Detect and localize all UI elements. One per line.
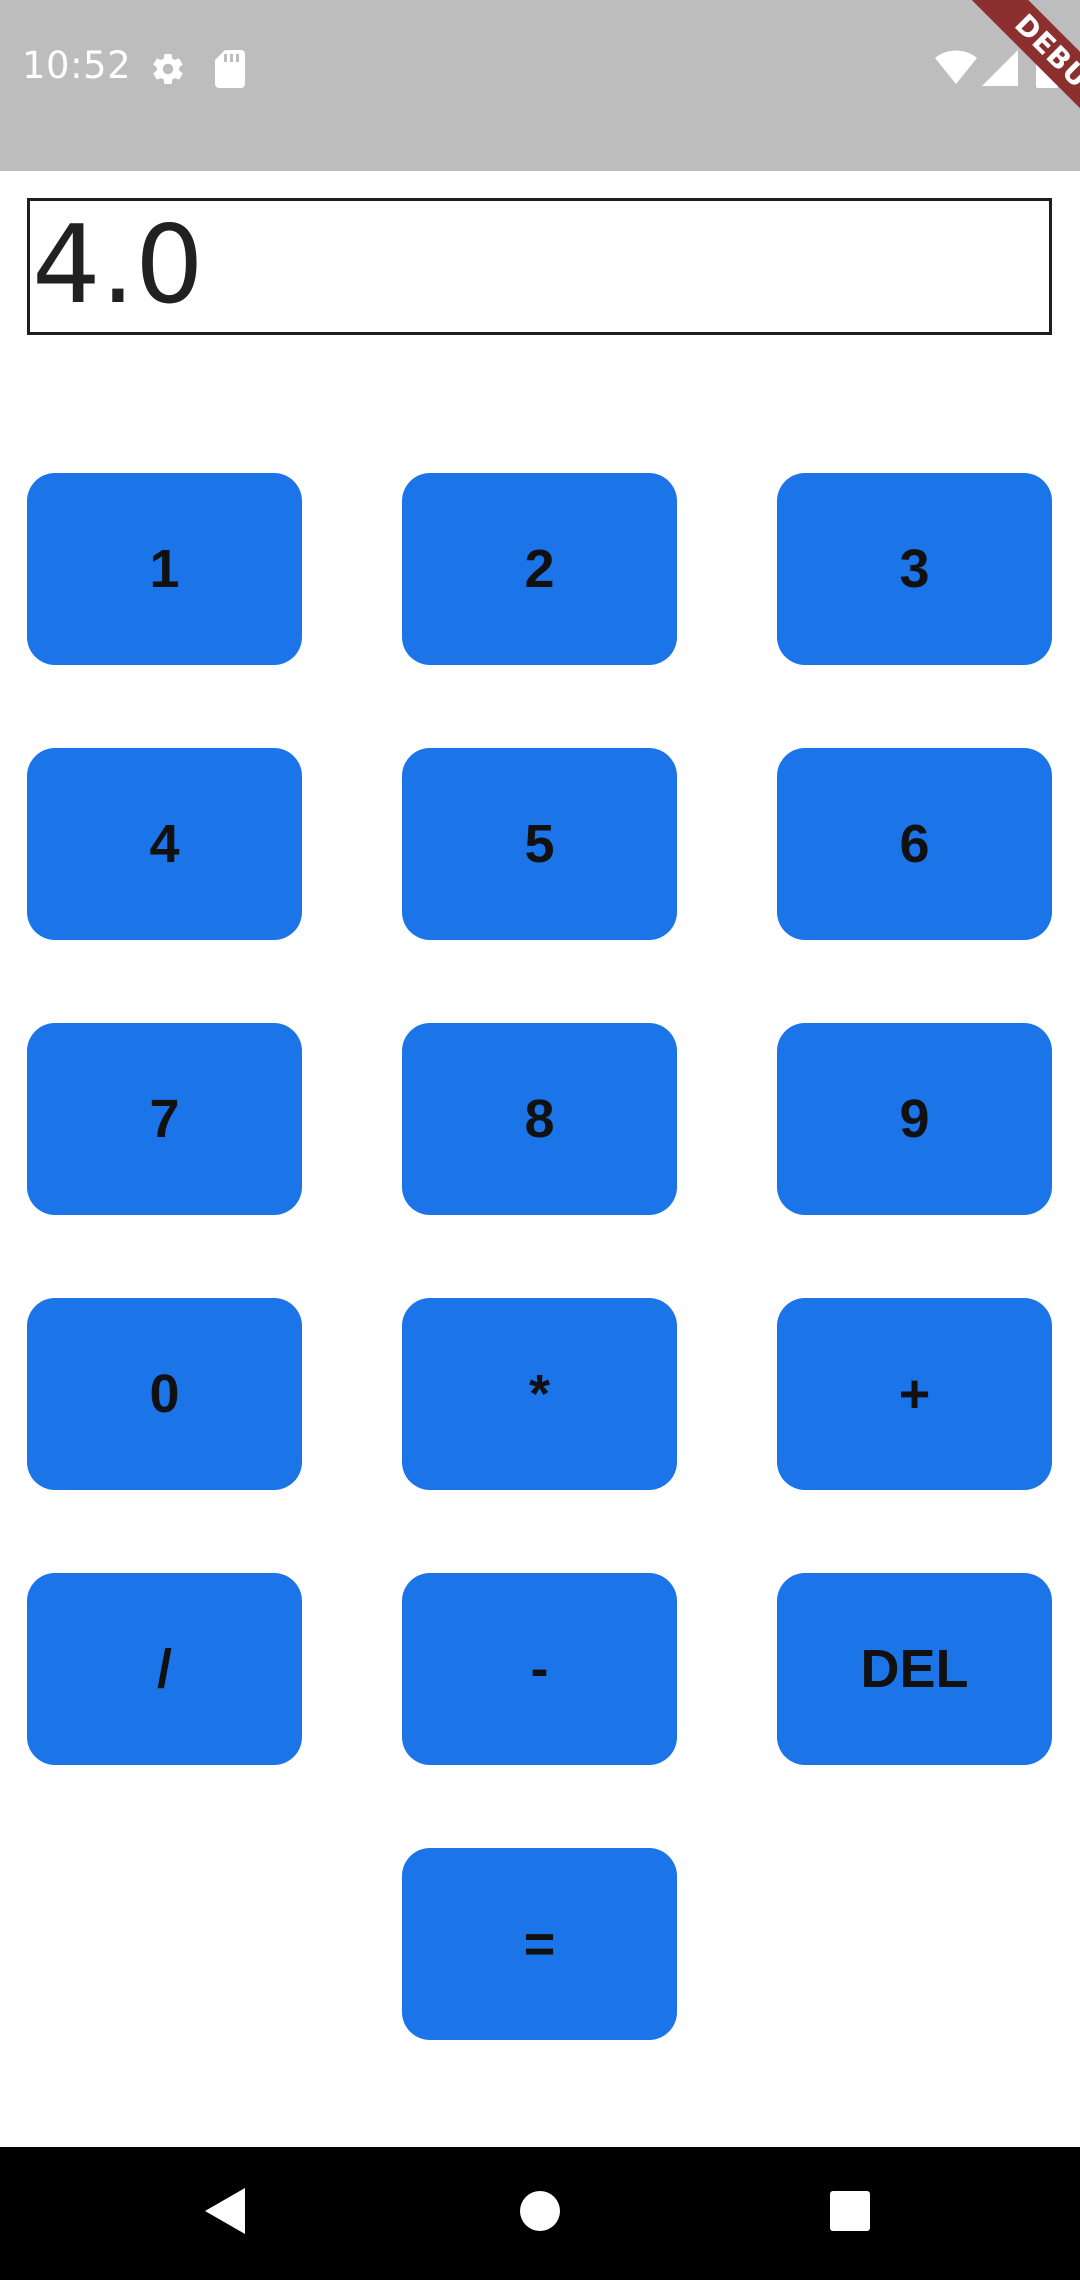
back-icon bbox=[205, 2188, 245, 2239]
delete-button[interactable]: DEL bbox=[777, 1573, 1052, 1765]
result-display: 4.0 bbox=[27, 198, 1052, 335]
key-8-button[interactable]: 8 bbox=[402, 1023, 677, 1215]
status-bar: 10:52 DEBUG bbox=[0, 0, 1080, 171]
wifi-icon bbox=[935, 50, 977, 84]
back-button[interactable] bbox=[135, 2147, 315, 2280]
recents-button[interactable] bbox=[760, 2147, 940, 2280]
key-6-button[interactable]: 6 bbox=[777, 748, 1052, 940]
multiply-button[interactable]: * bbox=[402, 1298, 677, 1490]
sd-card-icon bbox=[215, 50, 245, 88]
key-1-button[interactable]: 1 bbox=[27, 473, 302, 665]
key-2-button[interactable]: 2 bbox=[402, 473, 677, 665]
home-button[interactable] bbox=[450, 2147, 630, 2280]
home-icon bbox=[519, 2190, 561, 2237]
navigation-bar bbox=[0, 2147, 1080, 2280]
add-button[interactable]: + bbox=[777, 1298, 1052, 1490]
recents-icon bbox=[829, 2190, 871, 2237]
key-7-button[interactable]: 7 bbox=[27, 1023, 302, 1215]
key-9-button[interactable]: 9 bbox=[777, 1023, 1052, 1215]
status-time: 10:52 bbox=[22, 44, 132, 87]
key-0-button[interactable]: 0 bbox=[27, 1298, 302, 1490]
subtract-button[interactable]: - bbox=[402, 1573, 677, 1765]
divide-button[interactable]: / bbox=[27, 1573, 302, 1765]
key-4-button[interactable]: 4 bbox=[27, 748, 302, 940]
equals-button[interactable]: = bbox=[402, 1848, 677, 2040]
signal-icon bbox=[982, 50, 1018, 86]
result-value: 4.0 bbox=[32, 203, 204, 328]
key-3-button[interactable]: 3 bbox=[777, 473, 1052, 665]
gear-icon bbox=[150, 51, 186, 87]
battery-icon bbox=[1036, 48, 1058, 88]
key-5-button[interactable]: 5 bbox=[402, 748, 677, 940]
